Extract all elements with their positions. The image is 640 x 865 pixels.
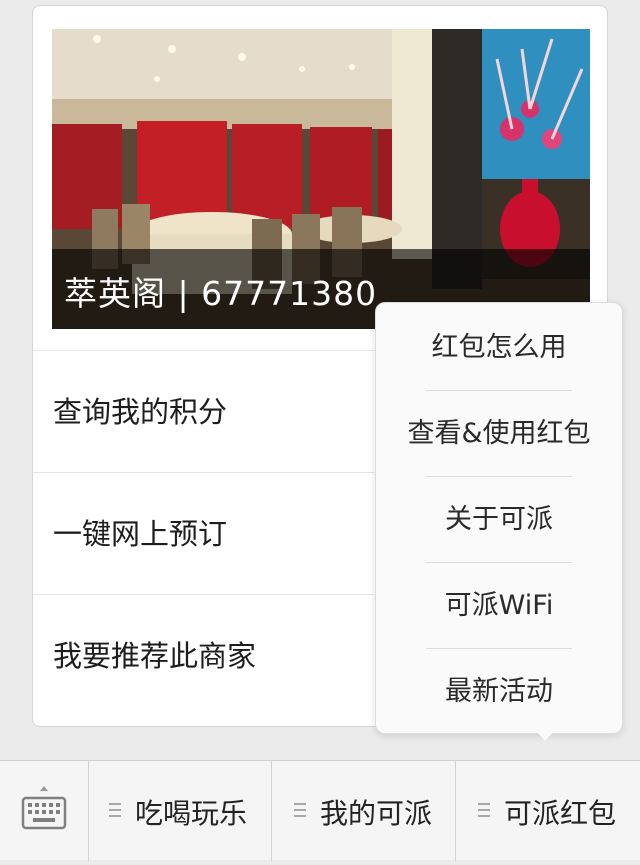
menu-item-label: 一键网上预订: [53, 517, 228, 551]
tab-kepai-redpacket[interactable]: 可派红包: [455, 761, 640, 861]
keyboard-icon: [21, 786, 67, 830]
popup-arrow: [536, 731, 554, 741]
popup-item-how-to-use[interactable]: 红包怎么用: [376, 305, 622, 391]
keyboard-toggle-button[interactable]: [0, 761, 88, 861]
banner-image[interactable]: 萃英阁 | 67771380: [52, 29, 590, 329]
popup-item-view-use-redpacket[interactable]: 查看&使用红包: [376, 391, 622, 477]
menu-lines-icon: [478, 803, 490, 817]
menu-lines-icon: [294, 803, 306, 817]
banner-caption-text: 萃英阁 | 67771380: [64, 274, 378, 313]
popup-item-latest-events[interactable]: 最新活动: [376, 649, 622, 735]
tab-label: 可派红包: [504, 797, 617, 830]
tab-my-kepai[interactable]: 我的可派: [271, 761, 455, 861]
tab-label: 我的可派: [320, 797, 433, 830]
bottom-menu-bar: 吃喝玩乐 我的可派 可派红包: [0, 760, 640, 861]
popup-item-wifi[interactable]: 可派WiFi: [376, 563, 622, 649]
menu-lines-icon: [109, 803, 121, 817]
popup-item-about[interactable]: 关于可派: [376, 477, 622, 563]
menu-item-label: 我要推荐此商家: [53, 639, 257, 673]
tab-eat-drink-play[interactable]: 吃喝玩乐: [88, 761, 271, 861]
tab-label: 吃喝玩乐: [135, 797, 248, 830]
popup-menu: 红包怎么用 查看&使用红包 关于可派 可派WiFi 最新活动: [375, 302, 623, 734]
menu-item-label: 查询我的积分: [53, 395, 228, 429]
